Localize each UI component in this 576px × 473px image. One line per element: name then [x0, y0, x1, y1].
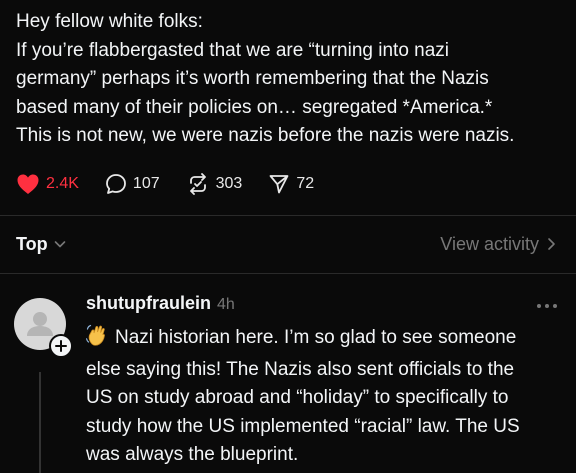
follow-plus-button[interactable]	[49, 334, 73, 358]
comment-icon	[105, 173, 127, 195]
like-count: 2.4K	[46, 175, 79, 192]
divider	[0, 215, 576, 216]
thread-line	[39, 372, 41, 473]
post-actions: 2.4K 107 303 72	[16, 170, 340, 198]
divider	[0, 273, 576, 274]
post-line: This is not new, we were nazis before th…	[16, 125, 515, 146]
share-count: 72	[296, 175, 315, 192]
reply-line-text: Nazi historian here. I’m so glad to see …	[115, 327, 517, 348]
sort-bar: Top View activity	[16, 230, 556, 258]
post-line: based many of their policies on… segrega…	[16, 96, 493, 118]
post-line: Hey fellow white folks:	[16, 11, 203, 32]
reply-line: US on study abroad and “holiday” to spec…	[86, 387, 509, 408]
more-options-icon[interactable]	[536, 296, 558, 314]
post-line: If you’re flabbergasted that we are “tur…	[16, 39, 450, 61]
reply-header: shutupfraulein 4h	[86, 293, 235, 314]
repost-button[interactable]: 303	[186, 173, 243, 195]
like-button[interactable]: 2.4K	[16, 173, 79, 195]
comment-button[interactable]: 107	[105, 173, 160, 195]
reply-timestamp: 4h	[217, 296, 235, 313]
share-button[interactable]: 72	[268, 173, 314, 195]
reply-line: Nazi historian here. I’m so glad to see …	[86, 324, 566, 356]
waving-hand-icon	[86, 324, 108, 356]
sort-label: Top	[16, 233, 48, 254]
send-icon	[268, 173, 290, 195]
view-activity-label: View activity	[440, 233, 539, 254]
view-activity-link[interactable]: View activity	[440, 234, 556, 255]
repost-count: 303	[215, 175, 243, 192]
post-text: Hey fellow white folks: If you’re flabbe…	[16, 8, 568, 151]
sort-dropdown[interactable]: Top	[16, 234, 66, 255]
reply-line: study how the US implemented “racial” la…	[86, 415, 520, 437]
comment-count: 107	[132, 175, 160, 192]
chevron-down-icon	[54, 239, 66, 249]
reply-line: else saying this! The Nazis also sent of…	[86, 358, 515, 380]
repost-icon	[186, 173, 210, 195]
reply-line: was always the blueprint.	[86, 444, 299, 465]
reply-username[interactable]: shutupfraulein	[86, 293, 211, 314]
avatar[interactable]	[14, 298, 73, 358]
heart-icon	[16, 173, 40, 195]
reply-text: Nazi historian here. I’m so glad to see …	[86, 324, 566, 470]
post-line: germany” perhaps it’s worth remembering …	[16, 68, 489, 89]
chevron-right-icon	[547, 237, 556, 251]
